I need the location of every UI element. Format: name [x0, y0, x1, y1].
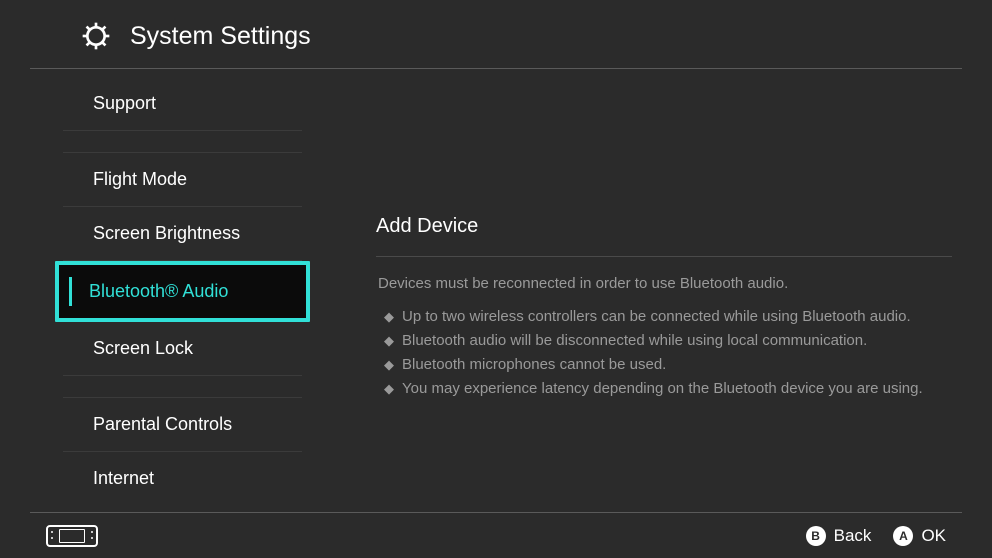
back-button[interactable]: B Back — [806, 526, 872, 546]
footer-hints: B Back A OK — [784, 526, 946, 546]
console-icon — [46, 525, 98, 547]
bullet-list: ◆ Up to two wireless controllers can be … — [384, 306, 952, 400]
bullet-item: ◆ Bluetooth microphones cannot be used. — [384, 354, 952, 376]
sidebar-item-screen-lock[interactable]: Screen Lock — [63, 322, 302, 376]
sidebar: Support Flight Mode Screen Brightness Bl… — [0, 69, 320, 511]
diamond-icon: ◆ — [384, 330, 394, 352]
sidebar-item-label: Internet — [93, 468, 154, 488]
content-pane: Add Device Devices must be reconnected i… — [320, 69, 992, 511]
bullet-item: ◆ You may experience latency depending o… — [384, 378, 952, 400]
footer: B Back A OK — [30, 512, 962, 558]
sidebar-item-flight-mode[interactable]: Flight Mode — [63, 153, 302, 207]
sidebar-item-screen-brightness[interactable]: Screen Brightness — [63, 207, 302, 261]
sidebar-divider — [63, 376, 302, 398]
gear-icon — [80, 20, 112, 52]
diamond-icon: ◆ — [384, 378, 394, 400]
sidebar-item-internet[interactable]: Internet — [63, 452, 302, 505]
header: System Settings — [30, 0, 962, 69]
sidebar-item-label: Screen Brightness — [93, 223, 240, 243]
sidebar-item-label: Support — [93, 93, 156, 113]
back-label: Back — [834, 526, 872, 546]
sidebar-item-label: Parental Controls — [93, 414, 232, 434]
a-button-icon: A — [893, 526, 913, 546]
sidebar-divider — [63, 131, 302, 153]
add-device-button[interactable]: Add Device — [376, 215, 952, 257]
ok-label: OK — [921, 526, 946, 546]
bullet-text: You may experience latency depending on … — [402, 378, 923, 400]
bullet-item: ◆ Up to two wireless controllers can be … — [384, 306, 952, 328]
sidebar-item-label: Bluetooth® Audio — [89, 281, 228, 301]
b-button-icon: B — [806, 526, 826, 546]
body: Support Flight Mode Screen Brightness Bl… — [0, 69, 992, 511]
bullet-text: Bluetooth audio will be disconnected whi… — [402, 330, 867, 352]
page-title: System Settings — [130, 22, 311, 51]
ok-button[interactable]: A OK — [893, 526, 946, 546]
diamond-icon: ◆ — [384, 354, 394, 376]
sidebar-item-support[interactable]: Support — [63, 77, 302, 131]
content-subtitle: Devices must be reconnected in order to … — [378, 275, 952, 292]
sidebar-item-parental-controls[interactable]: Parental Controls — [63, 398, 302, 452]
sidebar-item-label: Screen Lock — [93, 338, 193, 358]
diamond-icon: ◆ — [384, 306, 394, 328]
sidebar-item-label: Flight Mode — [93, 169, 187, 189]
bullet-item: ◆ Bluetooth audio will be disconnected w… — [384, 330, 952, 352]
sidebar-item-bluetooth-audio[interactable]: Bluetooth® Audio — [55, 261, 310, 322]
bullet-text: Bluetooth microphones cannot be used. — [402, 354, 666, 376]
bullet-text: Up to two wireless controllers can be co… — [402, 306, 911, 328]
